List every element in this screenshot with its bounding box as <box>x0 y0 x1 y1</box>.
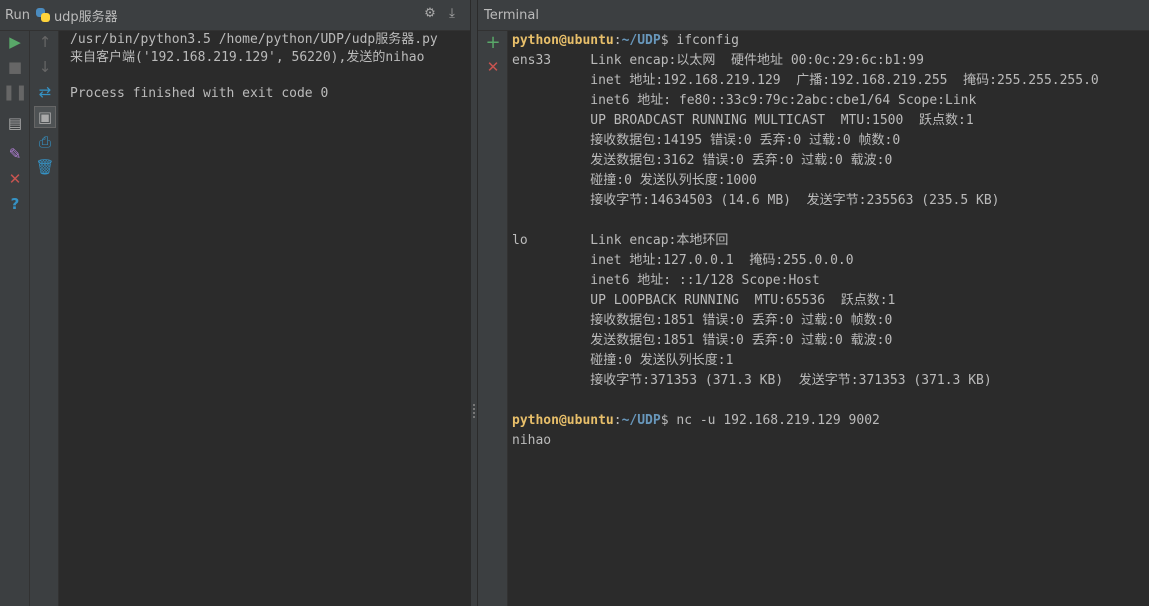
pin-icon[interactable]: ✎ <box>4 143 26 165</box>
terminal-output[interactable]: python@ubuntu:~/UDP$ ifconfig ens33 Link… <box>508 31 1149 606</box>
terminal-line: nihao <box>512 433 552 448</box>
terminal-line: 接收数据包:14195 错误:0 丢弃:0 过载:0 帧数:0 <box>512 133 901 148</box>
terminal-header: Terminal <box>478 0 1149 31</box>
console-line: Process finished with exit code 0 <box>70 86 329 101</box>
add-icon[interactable]: + <box>482 31 504 53</box>
terminal-line: 碰撞:0 发送队列长度:1 <box>512 353 734 368</box>
run-panel-header: Run udp服务器 ⚙ ⤓ <box>0 0 470 31</box>
console-line: 来自客户端('192.168.219.129', 56220),发送的nihao <box>70 50 425 65</box>
prompt-command: nc -u 192.168.219.129 9002 <box>676 413 880 428</box>
terminal-line: inet6 地址: fe80::33c9:79c:2abc:cbe1/64 Sc… <box>512 93 977 108</box>
prompt-path: ~/UDP <box>621 413 661 428</box>
prompt-user: python@ubuntu <box>512 33 614 48</box>
terminal-line: 接收字节:371353 (371.3 KB) 发送字节:371353 (371.… <box>512 373 992 388</box>
terminal-line: lo Link encap:本地环回 <box>512 233 729 248</box>
panel-splitter[interactable] <box>470 0 478 606</box>
up-arrow-icon[interactable]: ↑ <box>34 31 56 53</box>
terminal-title: Terminal <box>484 7 539 23</box>
terminal-line: inet 地址:127.0.0.1 掩码:255.0.0.0 <box>512 253 854 268</box>
close-icon[interactable]: ✕ <box>4 168 26 190</box>
print-icon[interactable]: ⎙ <box>34 131 56 153</box>
terminal-line: 发送数据包:1851 错误:0 丢弃:0 过载:0 载波:0 <box>512 333 893 348</box>
terminal-line: UP LOOPBACK RUNNING MTU:65536 跃点数:1 <box>512 293 896 308</box>
run-config-tab[interactable]: udp服务器 <box>54 6 118 25</box>
down-arrow-icon[interactable]: ↓ <box>34 56 56 78</box>
prompt-line: python@ubuntu:~/UDP$ nc -u 192.168.219.1… <box>512 411 1149 431</box>
python-file-icon <box>35 8 50 22</box>
terminal-line: inet6 地址: ::1/128 Scope:Host <box>512 273 820 288</box>
pause-icon[interactable]: ❚❚ <box>2 81 27 103</box>
prompt-symbol: $ <box>660 33 677 48</box>
help-icon[interactable]: ? <box>4 193 26 215</box>
prompt-symbol: $ <box>660 413 677 428</box>
hide-icon[interactable]: ⤓ <box>444 6 460 21</box>
terminal-line: 接收数据包:1851 错误:0 丢弃:0 过载:0 帧数:0 <box>512 313 893 328</box>
run-right-toolbar: ↑ ↓ ⇄ ▣ ⎙ 🗑 <box>30 31 59 606</box>
run-panel-title: Run <box>5 7 30 23</box>
console-line: /usr/bin/python3.5 /home/python/UDP/udp服… <box>70 32 438 47</box>
prompt-path: ~/UDP <box>621 33 661 48</box>
prompt-command: ifconfig <box>676 33 739 48</box>
gear-icon[interactable]: ⚙ <box>422 6 438 21</box>
terminal-toolbar: + ✕ <box>478 31 508 606</box>
terminal-line: ens33 Link encap:以太网 硬件地址 00:0c:29:6c:b1… <box>512 53 924 68</box>
trash-icon[interactable]: 🗑 <box>34 156 56 178</box>
run-icon[interactable]: ▶ <box>4 31 26 53</box>
terminal-line: UP BROADCAST RUNNING MULTICAST MTU:1500 … <box>512 113 974 128</box>
soft-wrap-icon[interactable]: ⇄ <box>34 81 56 103</box>
run-left-toolbar: ▶ ■ ❚❚ ▤ ✎ ✕ ? <box>0 31 30 606</box>
terminal-line: 接收字节:14634503 (14.6 MB) 发送字节:235563 (235… <box>512 193 1000 208</box>
terminal-line: 发送数据包:3162 错误:0 丢弃:0 过载:0 载波:0 <box>512 153 893 168</box>
prompt-separator: : <box>613 33 622 48</box>
terminal-line: 碰撞:0 发送队列长度:1000 <box>512 173 757 188</box>
terminal-panel: Terminal + ✕ python@ubuntu:~/UDP$ ifconf… <box>478 0 1149 606</box>
prompt-line: python@ubuntu:~/UDP$ ifconfig <box>512 31 1149 51</box>
layout-icon[interactable]: ▤ <box>4 112 26 134</box>
prompt-separator: : <box>613 413 622 428</box>
stop-icon[interactable]: ■ <box>4 56 26 78</box>
run-console-output[interactable]: /usr/bin/python3.5 /home/python/UDP/udp服… <box>60 31 470 606</box>
prompt-user: python@ubuntu <box>512 413 614 428</box>
close-icon[interactable]: ✕ <box>482 56 504 78</box>
terminal-line: inet 地址:192.168.219.129 广播:192.168.219.2… <box>512 73 1099 88</box>
run-panel: Run udp服务器 ⚙ ⤓ ▶ ■ ❚❚ ▤ ✎ ✕ ? ↑ ↓ ⇄ ▣ ⎙ … <box>0 0 470 606</box>
scroll-to-end-icon[interactable]: ▣ <box>34 106 56 128</box>
